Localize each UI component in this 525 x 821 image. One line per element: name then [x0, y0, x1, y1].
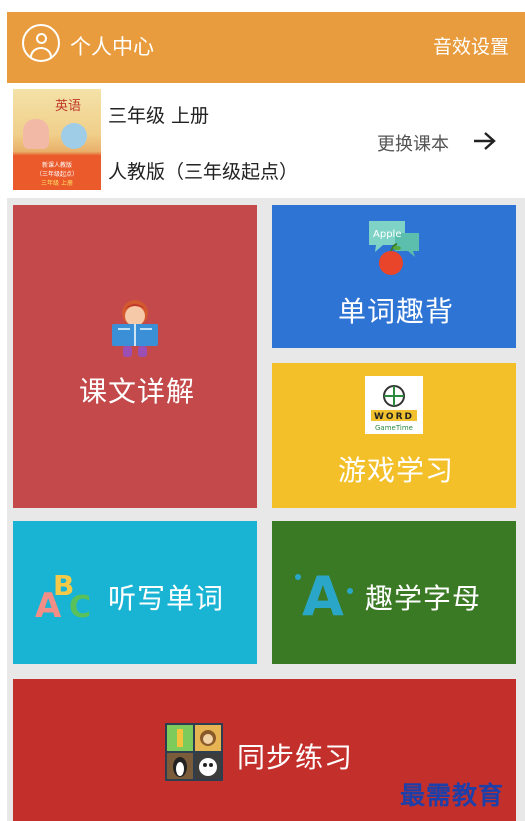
dictation-tile[interactable]: A B C 听写单词	[13, 521, 257, 664]
word-gametime-icon: WORD GameTime	[365, 376, 423, 434]
cover-title: 英语	[55, 99, 82, 114]
personal-center-link[interactable]: 个人中心	[70, 31, 154, 61]
dictation-label: 听写单词	[108, 582, 225, 615]
svg-text:WORD: WORD	[374, 412, 414, 422]
cover-grade: 三年级 上册	[41, 180, 73, 187]
letter-a-icon: A	[295, 565, 353, 623]
game-learning-tile[interactable]: WORD GameTime 游戏学习	[272, 363, 516, 508]
watermark-logo: 最需教育	[400, 781, 505, 810]
lesson-explanation-label: 课文详解	[79, 375, 196, 408]
apple-speech-icon: Apple	[369, 221, 419, 275]
current-textbook-row[interactable]: 英语 新课人教版 （三年级起点） 三年级 上册 三年级 上册 人教版（三年级起点…	[7, 84, 525, 197]
word-memorize-tile[interactable]: Apple 单词趣背	[272, 205, 516, 348]
change-textbook-button[interactable]: 更换课本	[377, 130, 449, 156]
sound-settings-button[interactable]: 音效设置	[433, 32, 509, 59]
svg-text:Apple: Apple	[373, 229, 401, 240]
cover-edition: （三年级起点）	[35, 171, 78, 178]
lesson-explanation-tile[interactable]: 课文详解	[13, 205, 257, 508]
top-header: 个人中心 音效设置	[7, 12, 525, 83]
fun-alphabet-label: 趣学字母	[365, 582, 482, 615]
reading-girl-icon	[112, 300, 158, 357]
textbook-cover-image: 英语 新课人教版 （三年级起点） 三年级 上册	[13, 89, 101, 190]
animals-grid-icon	[165, 723, 223, 781]
svg-text:C: C	[69, 590, 91, 621]
arrow-right-icon[interactable]	[473, 131, 497, 151]
cover-publisher: 新课人教版	[41, 162, 72, 169]
textbook-grade: 三年级 上册	[108, 105, 210, 127]
abc-letters-icon: A B C	[35, 569, 91, 621]
fun-alphabet-tile[interactable]: A 趣学字母	[272, 521, 516, 664]
textbook-edition: 人教版（三年级起点）	[108, 161, 299, 183]
svg-text:A: A	[302, 565, 344, 623]
svg-text:GameTime: GameTime	[375, 424, 413, 432]
user-icon[interactable]	[22, 24, 60, 62]
word-memorize-label: 单词趣背	[338, 295, 455, 328]
game-learning-label: 游戏学习	[338, 454, 455, 487]
sync-practice-label: 同步练习	[237, 741, 354, 774]
